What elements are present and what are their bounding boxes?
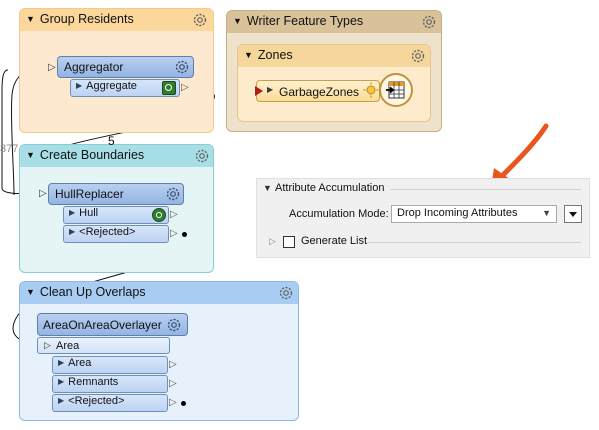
output-connector-icon[interactable]: ▷: [169, 397, 177, 408]
section-title: Attribute Accumulation: [275, 182, 385, 194]
bookmark-title: ▼ Create Boundaries: [26, 148, 145, 162]
bookmark-title: ▼ Zones: [244, 48, 293, 62]
transformer-name: Aggregator: [64, 60, 124, 74]
output-port-rejected[interactable]: ▶ <Rejected>: [52, 394, 168, 412]
collapse-triangle-icon[interactable]: ▼: [263, 183, 272, 193]
port-triangle-icon: ▶: [58, 396, 65, 405]
gear-icon[interactable]: [278, 285, 294, 301]
accumulation-mode-select[interactable]: Drop Incoming Attributes ▼: [391, 205, 557, 223]
input-port-icon[interactable]: ▷: [39, 188, 47, 199]
generate-list-label: Generate List: [301, 235, 368, 247]
gear-icon[interactable]: [174, 59, 190, 75]
output-connector-icon[interactable]: ▷: [169, 359, 177, 370]
output-connector-icon[interactable]: ▷: [170, 228, 178, 239]
inspect-icon[interactable]: [162, 81, 176, 95]
gear-icon[interactable]: [166, 317, 182, 333]
output-connector-icon[interactable]: ▷: [181, 82, 189, 93]
output-port-remnants[interactable]: ▶ Remnants: [52, 375, 168, 393]
generate-list-checkbox[interactable]: [283, 236, 295, 248]
writer-input-port-icon[interactable]: [255, 86, 263, 96]
port-label: Area: [56, 340, 80, 352]
bookmark-title: ▼ Writer Feature Types: [233, 14, 364, 28]
transformer-hullreplacer[interactable]: HullReplacer: [48, 183, 184, 205]
output-port-hull[interactable]: ▶ Hull: [63, 206, 169, 224]
accumulation-mode-value: Drop Incoming Attributes: [397, 207, 518, 219]
writer-port-triangle-icon: ▶: [267, 85, 274, 94]
section-divider: [367, 242, 581, 243]
collapse-triangle-icon[interactable]: ▼: [26, 14, 35, 24]
port-label: <Rejected>: [68, 395, 125, 407]
end-dot-icon: [182, 232, 187, 237]
transformer-areaonareaoverlayer[interactable]: AreaOnAreaOverlayer: [37, 313, 188, 336]
port-label: Hull: [79, 207, 99, 219]
port-label: <Rejected>: [79, 226, 136, 238]
port-label: Aggregate: [86, 80, 137, 92]
port-label: Area: [68, 357, 92, 369]
writer-feature-type-label: GarbageZones: [279, 85, 360, 99]
collapse-triangle-icon[interactable]: ▼: [26, 150, 35, 160]
gear-icon[interactable]: [421, 14, 437, 30]
output-port-aggregate[interactable]: ▶ Aggregate: [70, 79, 180, 97]
output-connector-icon[interactable]: ▷: [169, 378, 177, 389]
port-triangle-icon: ▶: [69, 227, 76, 236]
options-dropdown-button[interactable]: [564, 205, 582, 223]
chevron-down-icon: ▼: [542, 208, 551, 218]
transformer-name: HullReplacer: [55, 187, 124, 201]
transformer-aggregator[interactable]: Aggregator: [57, 56, 194, 78]
collapse-triangle-icon[interactable]: ▼: [244, 50, 253, 60]
gear-icon[interactable]: [410, 48, 426, 64]
transformer-name: AreaOnAreaOverlayer: [43, 318, 162, 332]
input-port-area[interactable]: ▷ Area: [37, 337, 170, 354]
port-triangle-icon: ▶: [58, 358, 65, 367]
collapse-triangle-icon[interactable]: ▼: [26, 287, 35, 297]
gear-icon[interactable]: [165, 186, 181, 202]
sun-icon: [363, 82, 379, 98]
inspect-icon[interactable]: [152, 208, 166, 222]
attribute-accumulation-panel: ▼ Attribute Accumulation Accumulation Mo…: [256, 178, 590, 258]
gear-icon[interactable]: [194, 148, 210, 164]
accumulation-mode-label: Accumulation Mode:: [289, 208, 389, 220]
expand-triangle-icon[interactable]: ▷: [269, 236, 276, 247]
port-triangle-icon: ▶: [69, 208, 76, 217]
table-icon: [386, 81, 405, 99]
writer-feature-type-garbagezones[interactable]: ▶ GarbageZones: [256, 80, 380, 102]
input-port-icon[interactable]: ▷: [48, 62, 56, 73]
end-dot-icon: [181, 401, 186, 406]
input-port-arrow-icon: ▷: [44, 340, 51, 350]
gear-icon[interactable]: [192, 12, 208, 28]
connection-count-377: 377: [0, 143, 19, 155]
bookmark-title: ▼ Group Residents: [26, 12, 134, 26]
connection-count-5: 5: [108, 134, 115, 148]
output-port-area[interactable]: ▶ Area: [52, 356, 168, 374]
section-divider: [390, 189, 581, 190]
output-port-rejected[interactable]: ▶ <Rejected>: [63, 225, 169, 243]
port-triangle-icon: ▶: [58, 377, 65, 386]
bookmark-title: ▼ Clean Up Overlaps: [26, 285, 146, 299]
collapse-triangle-icon[interactable]: ▼: [233, 16, 242, 26]
port-triangle-icon: ▶: [76, 81, 83, 90]
output-connector-icon[interactable]: ▷: [170, 209, 178, 220]
port-label: Remnants: [68, 376, 119, 388]
